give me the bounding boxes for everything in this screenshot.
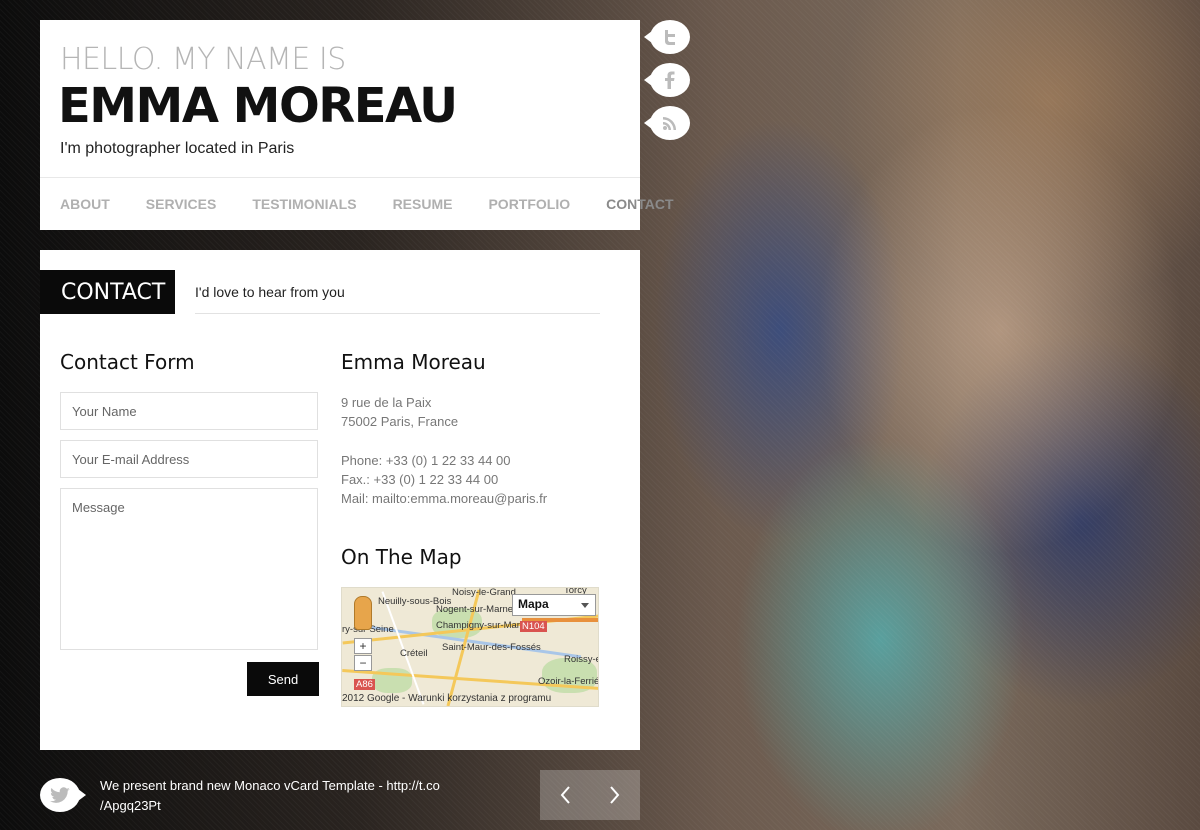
map-place: Créteil — [400, 648, 428, 659]
social-links — [644, 20, 690, 149]
chevron-right-icon — [610, 786, 620, 804]
nav-services[interactable]: SERVICES — [146, 196, 217, 212]
email-link[interactable]: Mail: mailto:emma.moreau@paris.fr — [341, 491, 547, 506]
zoom-out-button[interactable]: − — [354, 655, 372, 671]
nav-resume[interactable]: RESUME — [393, 196, 453, 212]
greeting: HELLO. MY NAME IS — [60, 42, 346, 77]
nav-testimonials[interactable]: TESTIMONIALS — [252, 196, 356, 212]
twitter-icon[interactable] — [644, 20, 690, 54]
latest-tweet: We present brand new Monaco vCard Templa… — [100, 776, 460, 816]
map-place: Champigny-sur-Marne — [436, 620, 531, 631]
fax: Fax.: +33 (0) 1 22 33 44 00 — [341, 472, 499, 487]
email-field[interactable]: Your E-mail Address — [60, 440, 318, 478]
address-line-1: 9 rue de la Paix — [341, 395, 432, 410]
map-place: Noisy-le-Grand — [452, 587, 516, 598]
contact-name: Emma Moreau — [341, 350, 486, 374]
section-subtitle: I'd love to hear from you — [195, 270, 600, 314]
nav-contact[interactable]: CONTACT — [606, 196, 673, 212]
nav-about[interactable]: ABOUT — [60, 196, 110, 212]
zoom-in-button[interactable]: + — [354, 638, 372, 654]
map-place: Nogent-sur-Marne — [436, 604, 514, 615]
facebook-icon[interactable] — [644, 63, 690, 97]
map-terms[interactable]: 2012 Google - Warunki korzystania z prog… — [342, 693, 551, 704]
twitter-bird-icon — [40, 778, 86, 812]
send-button[interactable]: Send — [247, 662, 319, 696]
map[interactable]: Noisy-le-Grand Neuilly-sous-Bois Nogent-… — [341, 587, 599, 707]
map-place: Ozoir-la-Ferrié — [538, 676, 599, 687]
nav-active-pointer — [517, 210, 533, 218]
address-line-2: 75002 Paris, France — [341, 414, 459, 429]
map-road-label: A86 — [354, 679, 375, 690]
tagline: I'm photographer located in Paris — [60, 140, 295, 157]
contact-form-title: Contact Form — [60, 350, 195, 374]
map-road-label: N104 — [520, 621, 547, 632]
pegman-icon[interactable] — [354, 596, 372, 630]
header-card: HELLO. MY NAME IS EMMA MOREAU I'm photog… — [40, 20, 674, 230]
prev-arrow-button[interactable] — [540, 770, 590, 820]
section-title: CONTACT — [40, 270, 175, 314]
map-title: On The Map — [341, 545, 462, 569]
owner-name: EMMA MOREAU — [58, 78, 458, 134]
name-field[interactable]: Your Name — [60, 392, 318, 430]
map-place: Roissy-e — [564, 654, 599, 665]
phone: Phone: +33 (0) 1 22 33 44 00 — [341, 453, 511, 468]
main-nav: ABOUT SERVICES TESTIMONIALS RESUME PORTF… — [40, 177, 674, 230]
tweet-line[interactable]: We present brand new Monaco vCard Templa… — [100, 776, 460, 796]
chevron-left-icon — [560, 786, 570, 804]
map-type-select[interactable]: Mapa — [512, 594, 596, 616]
contact-section: CONTACT I'd love to hear from you Contac… — [40, 250, 640, 750]
message-field[interactable]: Message — [60, 488, 318, 650]
tweet-line[interactable]: /Apgq23Pt — [100, 796, 460, 816]
next-arrow-button[interactable] — [590, 770, 640, 820]
map-place: Saint-Maur-des-Fossés — [442, 642, 541, 653]
rss-icon[interactable] — [644, 106, 690, 140]
